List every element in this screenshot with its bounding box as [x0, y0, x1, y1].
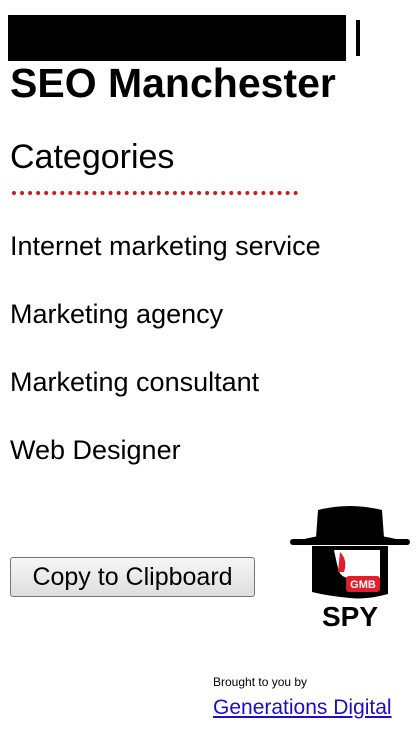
- redacted-title-block: [8, 15, 346, 61]
- copy-to-clipboard-button[interactable]: Copy to Clipboard: [10, 557, 255, 597]
- categories-heading: Categories: [10, 138, 175, 176]
- generations-digital-link[interactable]: Generations Digital: [213, 695, 392, 721]
- category-item: Marketing consultant: [10, 367, 260, 397]
- category-item: Web Designer: [10, 435, 181, 465]
- logo-word-text: SPY: [322, 601, 378, 630]
- text-cursor: [356, 20, 360, 56]
- category-list: Internet marketing service Marketing age…: [10, 226, 321, 498]
- category-item: Marketing agency: [10, 299, 224, 329]
- logo-badge-text: GMB: [350, 579, 376, 591]
- dotted-divider: [12, 191, 298, 195]
- category-item: Internet marketing service: [10, 231, 321, 261]
- spy-hat-icon: [316, 506, 384, 538]
- gmb-spy-logo: GMB SPY: [290, 506, 410, 630]
- brought-by-label: Brought to you by: [213, 675, 308, 689]
- page-title: SEO Manchester: [10, 60, 336, 106]
